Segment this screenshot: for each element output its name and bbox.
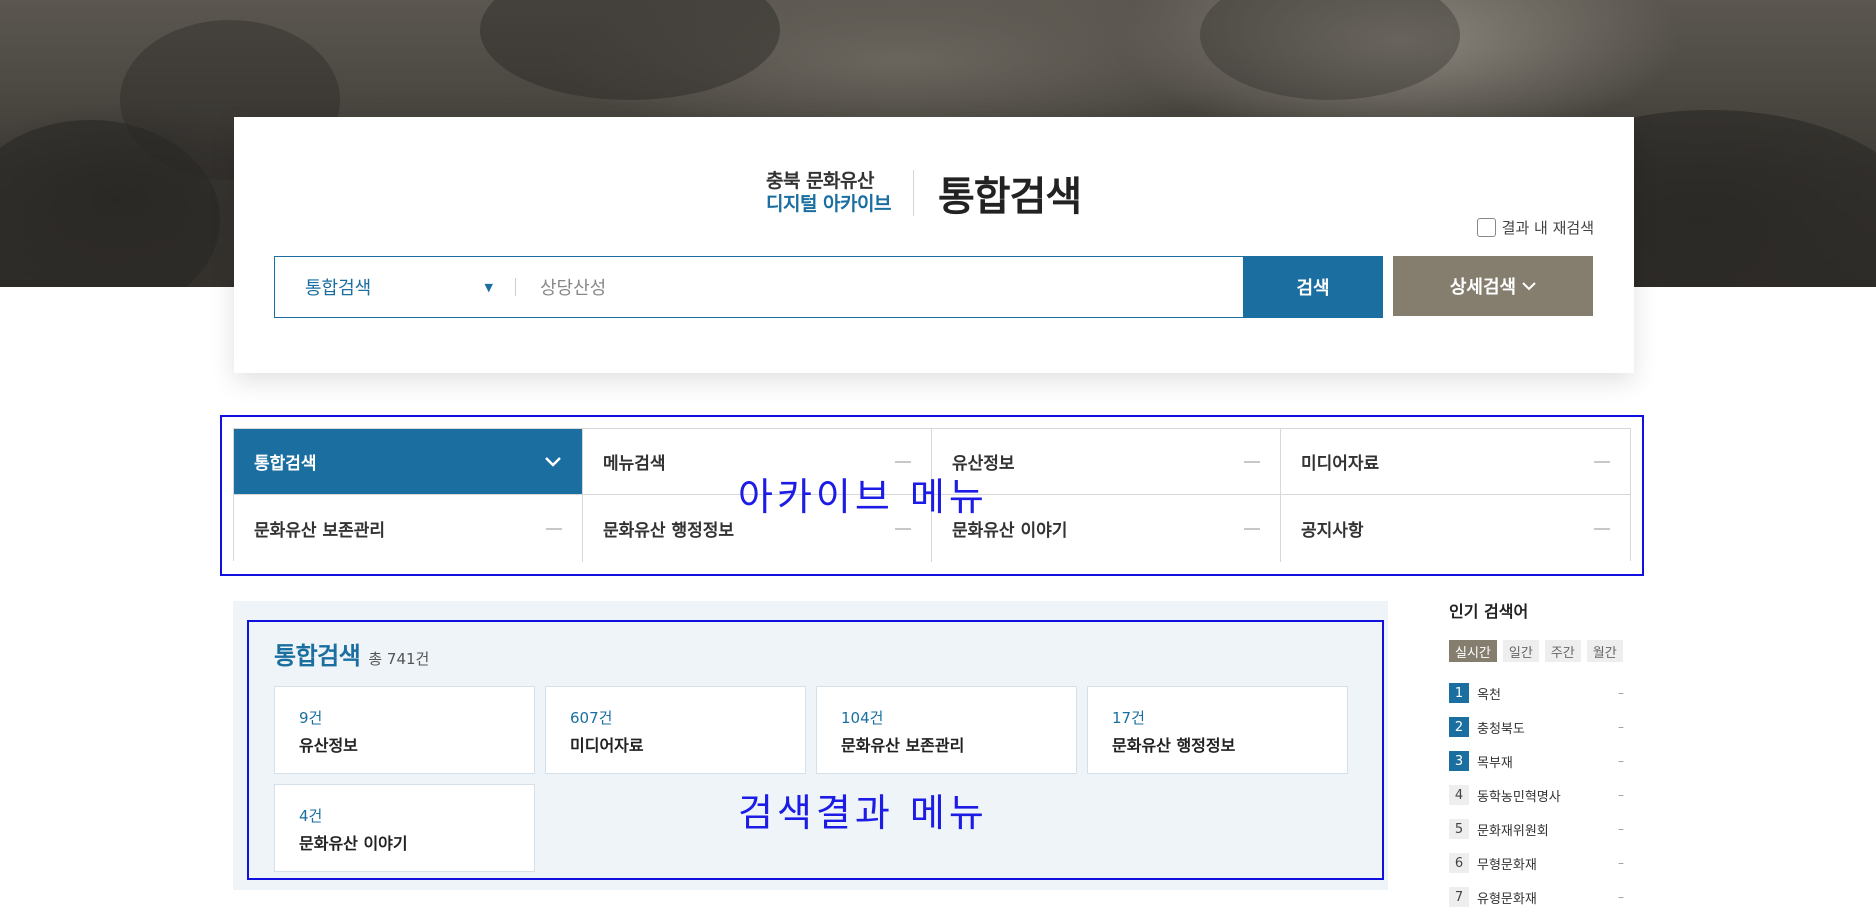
rank-badge: 7 [1449,887,1469,907]
rank-change: – [1618,856,1624,870]
dash-icon [895,527,911,530]
popular-item[interactable]: 1 옥천 – [1449,676,1624,710]
research-checkbox-label[interactable]: 결과 내 재검색 [1476,217,1594,238]
search-bar: 통합검색 ▼ [274,256,1362,318]
keyword: 옥천 [1477,687,1501,703]
brand-logo[interactable]: 충북 문화유산 디지털 아카이브 [766,170,914,216]
tab-weekly[interactable]: 주간 [1544,640,1581,662]
rank-badge: 5 [1449,819,1469,839]
result-count: 104건 [841,709,884,727]
rank-badge: 6 [1449,853,1469,873]
rank-change: – [1618,720,1624,734]
result-card-admin[interactable]: 17건 문화유산 행정정보 [1087,686,1348,774]
brand-line2: 디지털 아카이브 [766,193,891,215]
keyword: 유형문화재 [1477,891,1537,907]
tab-monthly[interactable]: 월간 [1586,640,1623,662]
dash-icon [895,460,911,463]
hero-tree-shape [480,0,780,100]
result-label: 문화유산 이야기 [299,834,408,853]
results-total: 총 741건 [368,650,430,668]
menu-item-label: 문화유산 행정정보 [603,521,735,541]
rank-badge: 1 [1449,683,1469,703]
tab-daily[interactable]: 일간 [1502,640,1539,662]
popular-item[interactable]: 6 무형문화재 – [1449,846,1624,880]
rank-badge: 3 [1449,751,1469,771]
menu-item-label: 공지사항 [1301,521,1364,541]
dash-icon [1594,460,1610,463]
result-card-heritage[interactable]: 9건 유산정보 [274,686,535,774]
menu-item-label: 메뉴검색 [603,454,666,474]
result-count: 4건 [299,807,323,825]
menu-item-integrated-search[interactable]: 통합검색 [234,429,583,495]
chevron-down-icon [545,456,561,467]
dash-icon [1244,460,1260,463]
search-card: 충북 문화유산 디지털 아카이브 통합검색 결과 내 재검색 통합검색 ▼ 검색… [234,117,1634,373]
research-checkbox[interactable] [1476,218,1496,237]
result-count: 17건 [1112,709,1145,727]
rank-change: – [1618,822,1624,836]
hero-tree-shape [1200,0,1460,100]
rank-change: – [1618,686,1624,700]
popular-item[interactable]: 7 유형문화재 – [1449,880,1624,914]
result-count: 9건 [299,709,323,727]
page-title: 통합검색 [937,174,1082,220]
search-input[interactable] [516,257,1361,317]
result-label: 문화유산 보존관리 [841,736,965,755]
menu-item-label: 통합검색 [254,454,317,474]
results-title: 통합검색 [274,642,361,670]
result-card-stories[interactable]: 4건 문화유산 이야기 [274,784,535,872]
detail-search-button[interactable]: 상세검색 [1393,256,1593,316]
keyword: 동학농민혁명사 [1477,789,1561,805]
results-header: 통합검색 총 741건 [274,636,429,671]
dash-icon [1244,527,1260,530]
rank-badge: 4 [1449,785,1469,805]
search-scope-value: 통합검색 [305,278,372,299]
popular-keywords: 인기 검색어 실시간 일간 주간 월간 1 옥천 – 2 충청북도 – 3 목부… [1449,598,1624,914]
dash-icon [1594,527,1610,530]
menu-item-media[interactable]: 미디어자료 [1281,429,1630,495]
rank-change: – [1618,788,1624,802]
popular-title: 인기 검색어 [1449,602,1529,621]
menu-item-label: 미디어자료 [1301,454,1380,474]
result-count: 607건 [570,709,613,727]
tab-realtime[interactable]: 실시간 [1449,640,1497,662]
menu-item-label: 문화유산 보존관리 [254,521,386,541]
brand: 충북 문화유산 디지털 아카이브 통합검색 [766,167,1082,220]
caret-down-icon: ▼ [484,280,493,294]
dash-icon [546,527,562,530]
archive-menu-annotation: 아카이브 메뉴 [738,475,988,519]
rank-change: – [1618,754,1624,768]
keyword: 무형문화재 [1477,857,1537,873]
rank-change: – [1618,890,1624,904]
menu-item-conservation[interactable]: 문화유산 보존관리 [234,495,583,562]
popular-item[interactable]: 3 목부재 – [1449,744,1624,778]
detail-search-label: 상세검색 [1449,277,1517,297]
popular-item[interactable]: 2 충청북도 – [1449,710,1624,744]
menu-item-notice[interactable]: 공지사항 [1281,495,1630,562]
search-button[interactable]: 검색 [1243,256,1383,318]
keyword: 목부재 [1477,755,1513,771]
popular-item[interactable]: 5 문화재위원회 – [1449,812,1624,846]
result-card-conservation[interactable]: 104건 문화유산 보존관리 [816,686,1077,774]
result-label: 문화유산 행정정보 [1112,736,1236,755]
popular-item[interactable]: 4 동학농민혁명사 – [1449,778,1624,812]
result-card-media[interactable]: 607건 미디어자료 [545,686,806,774]
keyword: 충청북도 [1477,721,1525,737]
popular-tabs: 실시간 일간 주간 월간 [1449,640,1624,662]
result-label: 유산정보 [299,736,358,755]
chevron-down-icon [1522,282,1536,291]
results-menu-annotation: 검색결과 메뉴 [738,791,988,835]
search-scope-select[interactable]: 통합검색 ▼ [275,257,515,317]
rank-badge: 2 [1449,717,1469,737]
keyword: 문화재위원회 [1477,823,1549,839]
brand-line1: 충북 문화유산 [766,170,874,193]
result-label: 미디어자료 [570,736,644,755]
research-label: 결과 내 재검색 [1501,219,1594,237]
